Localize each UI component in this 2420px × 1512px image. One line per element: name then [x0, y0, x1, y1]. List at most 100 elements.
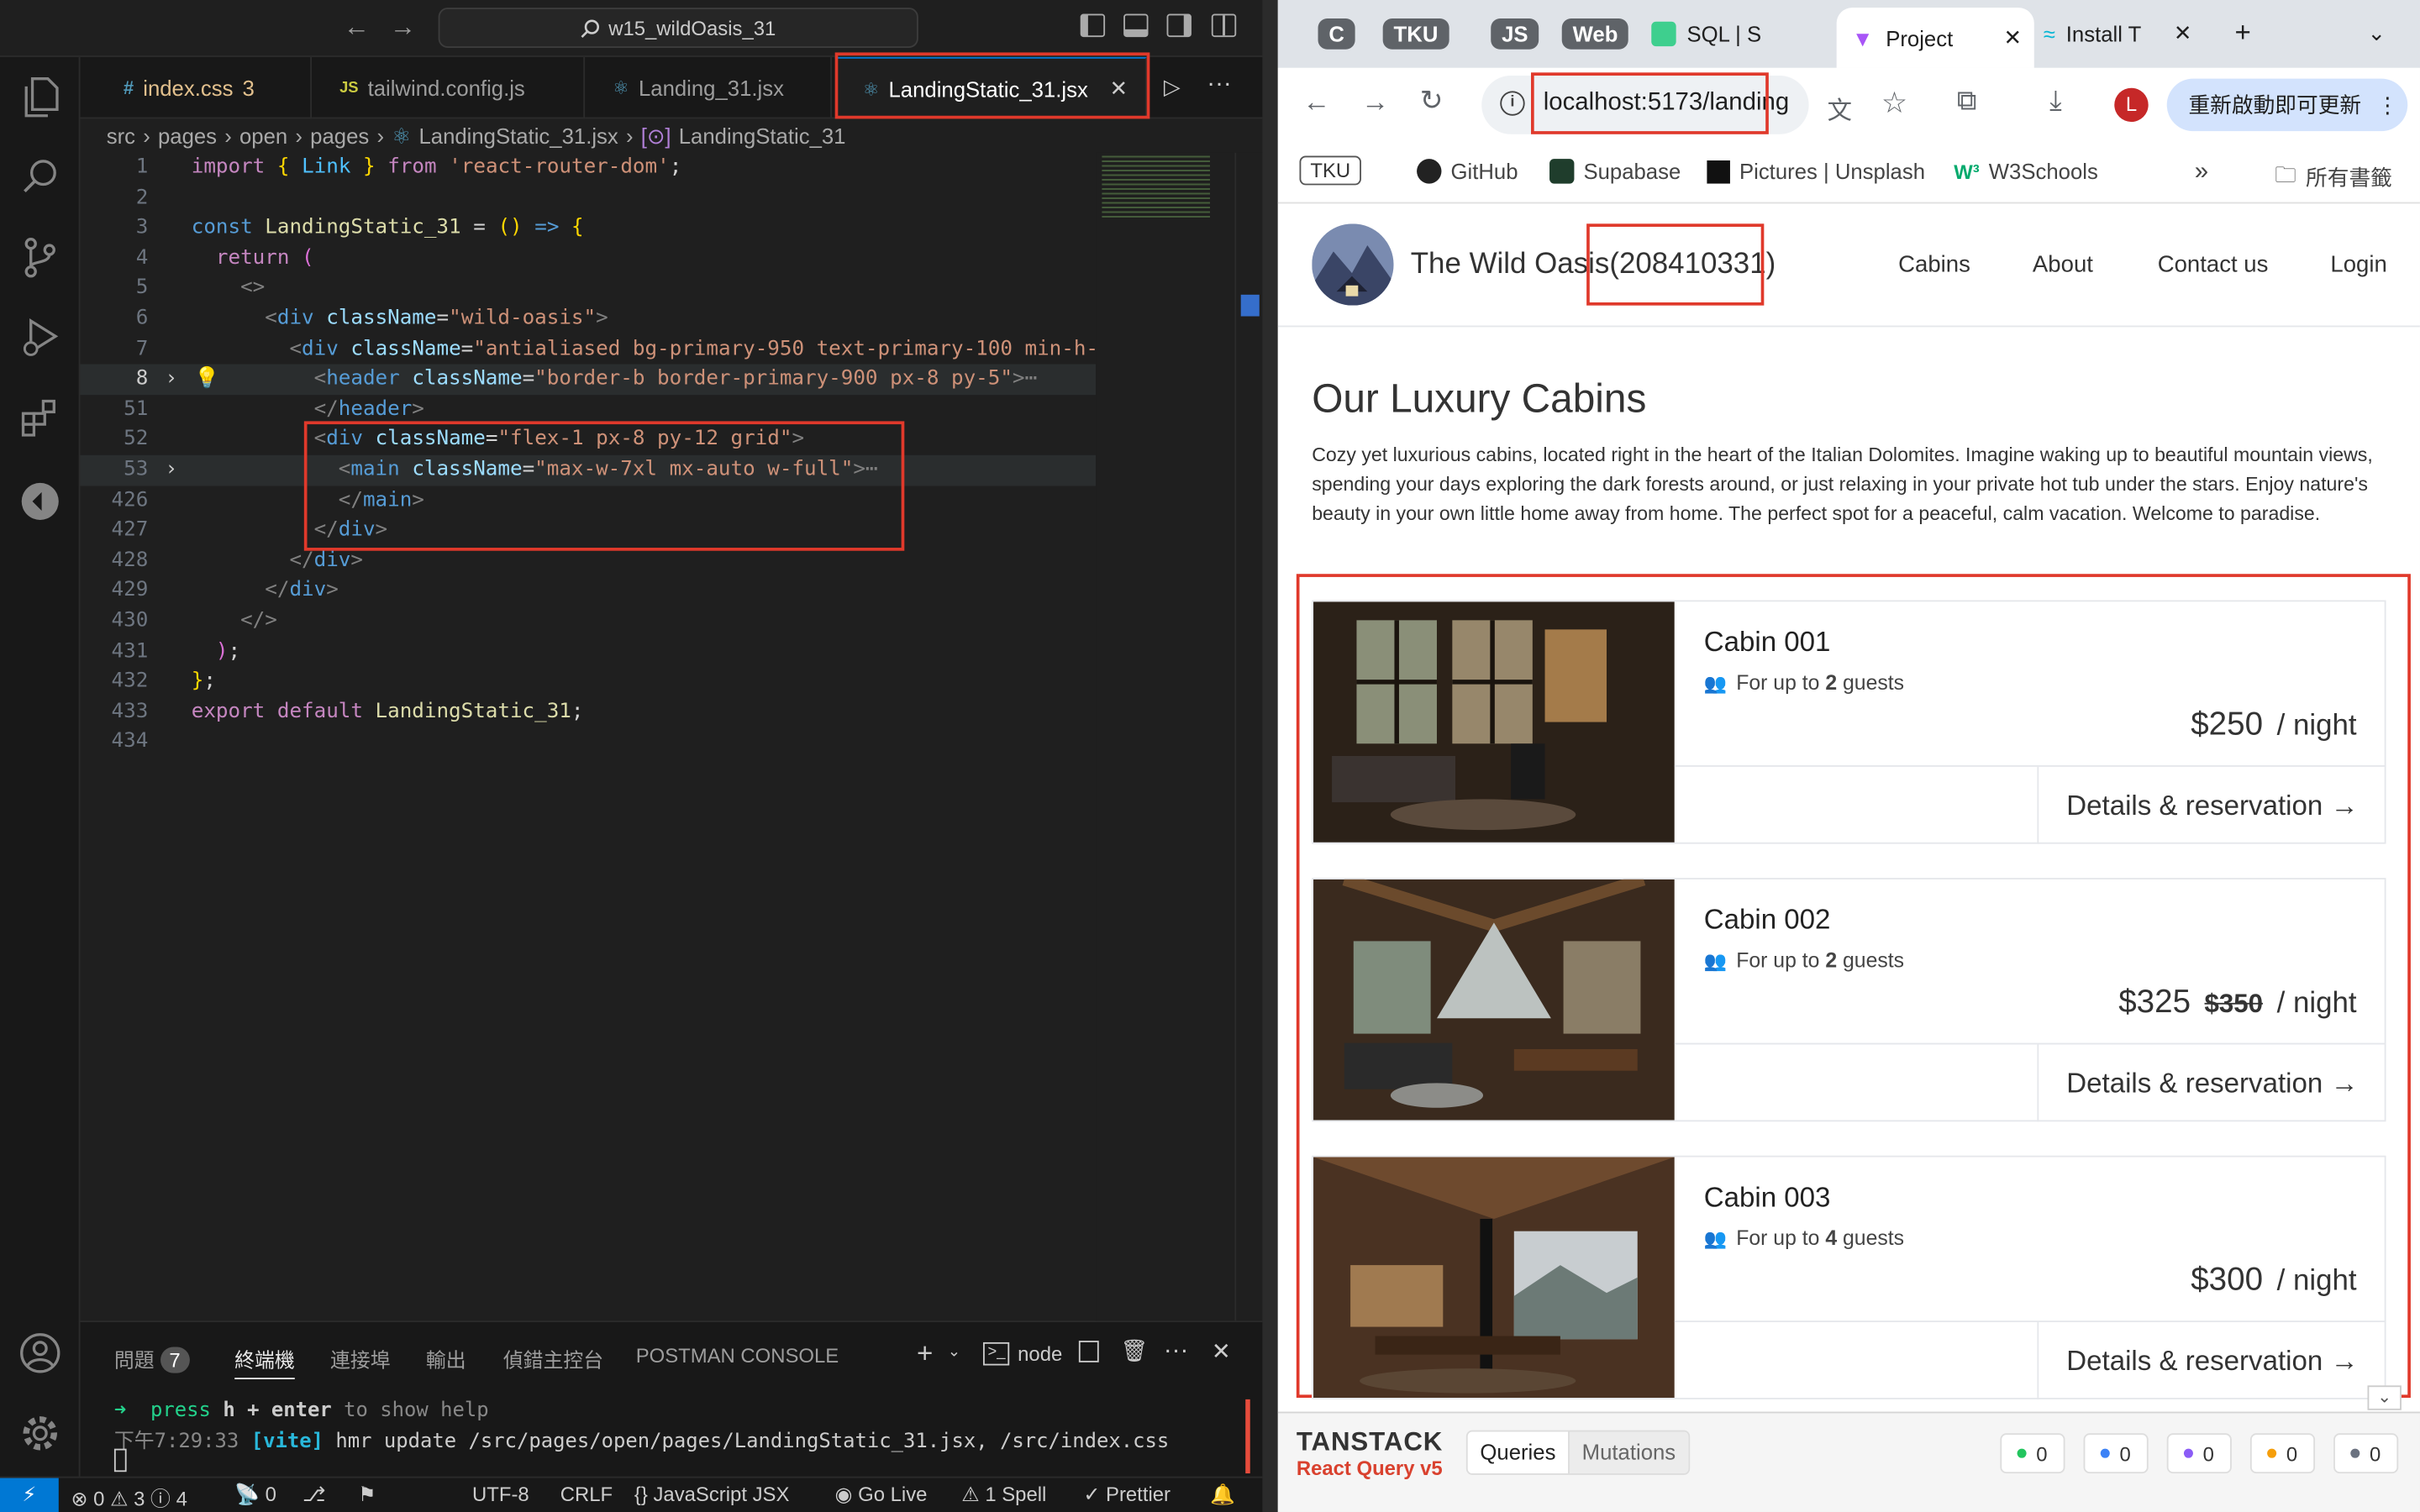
tab-tailwind-config[interactable]: JS tailwind.config.js [312, 56, 586, 119]
trash-icon[interactable]: 🗑 [1120, 1337, 1148, 1363]
toggle-panel-icon[interactable] [1123, 13, 1149, 38]
code-editor[interactable]: 1 import { Link } from 'react-router-dom'… [80, 153, 1111, 1320]
toggle-sidebar-icon[interactable] [1080, 13, 1106, 38]
close-panel-icon[interactable]: ✕ [1212, 1337, 1231, 1365]
debug-status-icon[interactable]: ⎇ [302, 1483, 326, 1507]
tab-queries[interactable]: Queries [1467, 1431, 1569, 1474]
breadcrumb-item[interactable]: pages [158, 123, 217, 148]
translate-icon[interactable]: 文 [1828, 90, 1852, 127]
cabin-name: Cabin 002 [1703, 904, 1831, 936]
tab-landing-jsx[interactable]: ⚛ Landing_31.jsx [585, 56, 832, 119]
settings-gear-icon[interactable] [15, 1409, 65, 1458]
all-bookmarks[interactable]: 🗀 所有書籤 [2275, 159, 2392, 196]
back-arrow-icon[interactable]: ← [339, 11, 373, 45]
cabin-image[interactable] [1313, 873, 1675, 1121]
browser-tab-install[interactable]: ≈ Install T ✕ [2044, 11, 2192, 55]
more-actions-icon[interactable]: ··· [1164, 1337, 1188, 1365]
bookmark-star-icon[interactable]: ☆ [1881, 87, 1907, 122]
minimap[interactable] [1096, 152, 1235, 1321]
command-center-search[interactable]: w15_wildOasis_31 [438, 8, 918, 48]
language-status[interactable]: {} JavaScript JSX [634, 1483, 790, 1506]
collapse-devtools-chevron-icon[interactable]: ⌄ [2367, 1385, 2402, 1410]
details-reservation-link[interactable]: Details & reservation → [2037, 766, 2386, 844]
fold-chevron-icon[interactable]: › [166, 455, 178, 486]
run-icon[interactable]: ▷ [1164, 74, 1181, 100]
search-icon[interactable] [15, 153, 65, 202]
profile-avatar[interactable]: L [2114, 87, 2149, 123]
breadcrumb-item[interactable]: LandingStatic_31.jsx [418, 123, 618, 148]
tab-mutations[interactable]: Mutations [1568, 1431, 1688, 1474]
tab-problems[interactable]: 問題 7 [114, 1344, 190, 1373]
breadcrumb-item[interactable]: LandingStatic_31 [679, 123, 846, 148]
spell-status[interactable]: ⚠ 1 Spell [961, 1483, 1046, 1507]
browser-tab-sql[interactable]: SQL | S [1651, 11, 1761, 55]
tab-postman-console[interactable]: POSTMAN CONSOLE [636, 1344, 839, 1368]
notifications-bell-icon[interactable]: 🔔 [1210, 1483, 1235, 1507]
browser-tab-project-active[interactable]: ▼ Project ✕ [1836, 8, 2034, 68]
forward-arrow-icon[interactable]: → [386, 11, 419, 45]
split-terminal-icon[interactable] [1078, 1341, 1099, 1362]
nav-about[interactable]: About [2033, 251, 2093, 277]
tab-search-chevron-icon[interactable]: ⌄ [2367, 11, 2386, 55]
tab-group-js[interactable]: JS [1491, 11, 1539, 55]
details-reservation-link[interactable]: Details & reservation → [2037, 1322, 2386, 1399]
tab-index-css[interactable]: # index.css 3 [96, 56, 313, 119]
ports-status[interactable]: 📡 0 [234, 1483, 276, 1507]
encoding-status[interactable]: UTF-8 [472, 1483, 529, 1506]
account-icon[interactable] [15, 1328, 65, 1378]
nav-cabins[interactable]: Cabins [1898, 251, 1970, 277]
terminal-instance[interactable]: >_ node [982, 1341, 1062, 1366]
explorer-icon[interactable] [15, 72, 65, 122]
forward-arrow-icon[interactable]: → [1361, 87, 1389, 119]
breadcrumb-item[interactable]: open [239, 123, 287, 148]
remote-indicator-icon[interactable]: ⚡ [0, 1478, 59, 1512]
update-button[interactable]: 重新啟動即可更新 ⋮ [2166, 78, 2408, 132]
bookmark-github[interactable]: GitHub [1417, 159, 1518, 184]
nav-login[interactable]: Login [2330, 251, 2386, 277]
customize-layout-icon[interactable] [1211, 13, 1237, 38]
tab-group-web[interactable]: Web [1561, 11, 1629, 55]
run-debug-icon[interactable] [15, 313, 65, 363]
tab-terminal[interactable]: 終端機 [234, 1344, 295, 1380]
tab-output[interactable]: 輸出 [426, 1344, 466, 1373]
tab-group-tku[interactable]: TKU [1382, 11, 1449, 55]
bookmark-supabase[interactable]: Supabase [1549, 159, 1681, 184]
new-tab-icon[interactable]: + [2235, 11, 2251, 55]
tab-group-c[interactable]: C [1318, 11, 1355, 55]
download-icon[interactable]: ⤓ [2049, 85, 2062, 118]
extensions-puzzle-icon[interactable]: ⧉ [1957, 85, 1977, 118]
bookmark-tku[interactable]: TKU [1299, 155, 1361, 186]
bookmark-w3schools[interactable]: W³ W3Schools [1954, 159, 2098, 183]
extensions-icon[interactable] [15, 393, 65, 443]
editor-scrollbar[interactable] [1234, 152, 1263, 1321]
eol-status[interactable]: CRLF [560, 1483, 613, 1506]
more-actions-icon[interactable]: ··· [1207, 71, 1231, 98]
bookmark-unsplash[interactable]: Pictures | Unsplash [1707, 159, 1925, 184]
source-control-icon[interactable] [15, 233, 65, 282]
back-arrow-icon[interactable]: ← [1302, 87, 1330, 119]
new-terminal-icon[interactable]: + [917, 1337, 933, 1370]
chevron-down-icon[interactable]: ⌄ [948, 1344, 960, 1361]
prettier-status[interactable]: ✓ Prettier [1083, 1483, 1171, 1507]
remote-explorer-icon[interactable] [15, 477, 65, 527]
tab-ports[interactable]: 連接埠 [330, 1344, 391, 1373]
breadcrumb-item[interactable]: pages [310, 123, 369, 148]
logo[interactable] [1312, 223, 1394, 306]
live-share-icon[interactable]: ⚑ [358, 1483, 376, 1507]
vscode-window: ← → w15_wildOasis_31 # index.css 3 JS ta… [0, 0, 1263, 1512]
breadcrumb-item[interactable]: src [107, 123, 135, 148]
reload-icon[interactable]: ↻ [1420, 85, 1444, 118]
close-tab-icon: ✕ [2003, 24, 2023, 50]
more-bookmarks-chevron-icon[interactable]: » [2195, 159, 2208, 186]
go-live-status[interactable]: ◉ Go Live [835, 1483, 928, 1507]
problems-status[interactable]: ⊗ 0 ⚠ 3 ⓘ 4 [71, 1483, 187, 1512]
toggle-secondary-sidebar-icon[interactable] [1166, 13, 1192, 38]
cabin-image[interactable] [1313, 601, 1675, 843]
site-info-icon[interactable]: i [1500, 91, 1525, 116]
details-reservation-link[interactable]: Details & reservation → [2037, 1044, 2386, 1122]
tab-debug-console[interactable]: 偵錯主控台 [503, 1344, 603, 1373]
nav-contact[interactable]: Contact us [2158, 251, 2269, 277]
cabin-image[interactable] [1313, 1157, 1675, 1399]
split-divider[interactable] [1262, 0, 1278, 1512]
fold-chevron-icon[interactable]: › [166, 365, 178, 395]
